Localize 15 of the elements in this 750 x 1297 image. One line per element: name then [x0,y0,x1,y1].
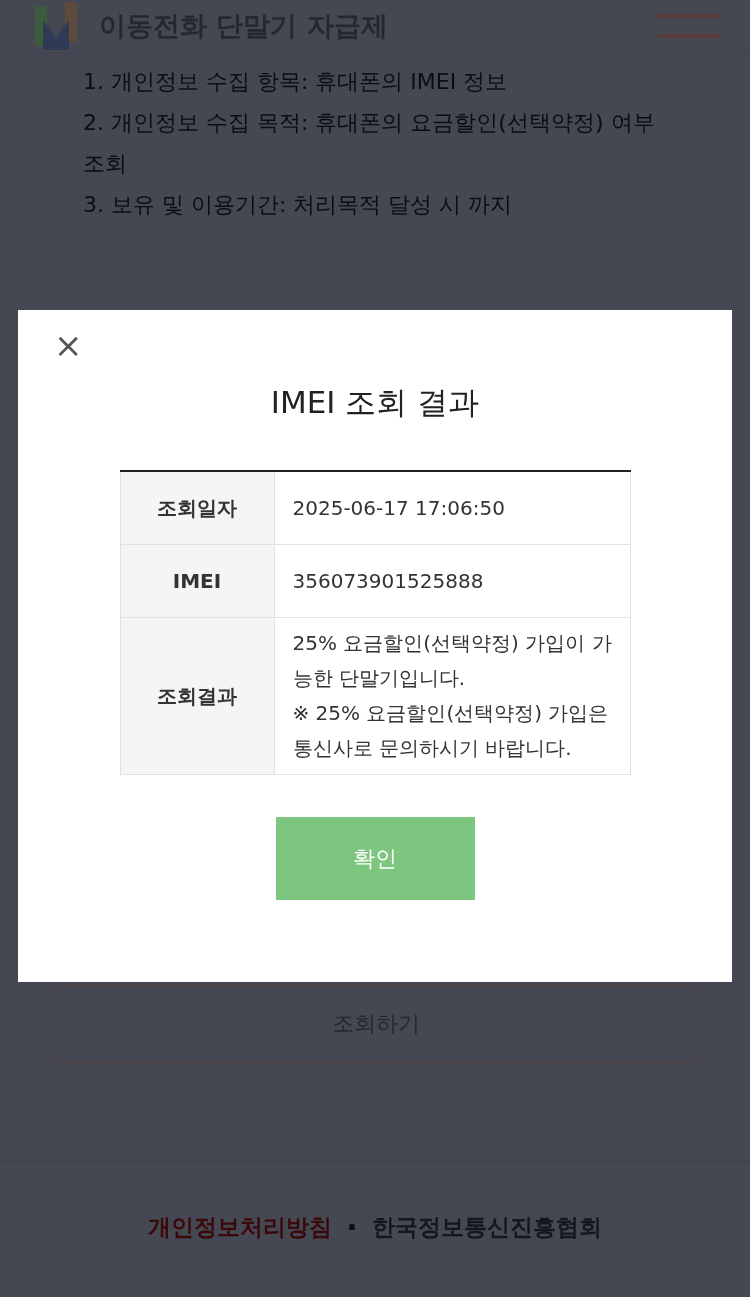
table-cell: 2025-06-17 17:06:50 [274,471,630,545]
consent-text: 1. 개인정보 수집 항목: 휴대폰의 IMEI 정보 [83,68,509,96]
table-cell: 25% 요금할인(선택약정) 가입이 가능한 단말기입니다. ※ 25% 요금할인(선택약정) 가입은 통신사로 문의하시기 바랍니다. [274,617,630,775]
consent-text: 2. 개인정보 수집 목적: 휴대폰의 요금할인(선택약정) 여부 조회 [83,109,656,178]
separator-dot: · [346,1210,358,1245]
confirm-button[interactable]: 확인 [275,817,475,900]
row-header: IMEI [120,544,274,618]
row-header: 조회일자 [120,471,274,545]
row-header: 조회결과 [120,617,274,775]
close-button[interactable]: × [54,328,83,362]
footer-link[interactable]: 개인정보처리방침 [148,1212,333,1243]
table-cell: 356073901525888 [274,544,630,618]
logo-icon [35,2,77,50]
consent-text: 3. 보유 및 이용기간: 처리목적 달성 시 까지 [83,191,514,219]
dialog-title: IMEI 조회 결과 [270,383,480,422]
